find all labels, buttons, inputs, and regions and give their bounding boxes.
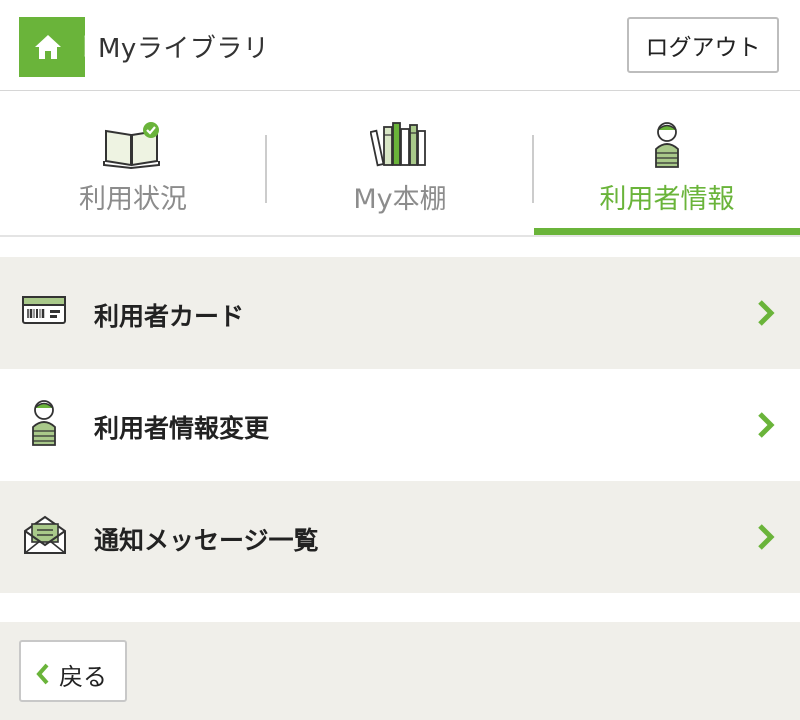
user-person-icon bbox=[32, 400, 56, 446]
chevron-right-icon bbox=[758, 412, 775, 438]
tab-usage-status[interactable]: 利用状況 bbox=[0, 91, 266, 231]
menu-item-label: 利用者情報変更 bbox=[94, 414, 270, 443]
tab-label: 利用者情報 bbox=[599, 184, 735, 215]
menu-item-user-card[interactable]: 利用者カード bbox=[0, 257, 800, 369]
tab-label: 利用状況 bbox=[79, 184, 187, 215]
envelope-message-icon bbox=[24, 515, 66, 554]
bookshelf-icon bbox=[370, 122, 426, 167]
home-button[interactable]: ト bbox=[19, 17, 85, 77]
menu-item-label: 通知メッセージ一覧 bbox=[94, 526, 319, 555]
footer-bar: 戻る bbox=[0, 622, 800, 720]
tab-user-info[interactable]: 利用者情報 bbox=[534, 91, 800, 235]
chevron-right-icon bbox=[758, 524, 775, 550]
back-button[interactable]: 戻る bbox=[19, 640, 127, 702]
menu-item-label: 利用者カード bbox=[94, 302, 245, 331]
home-icon bbox=[35, 35, 61, 59]
tab-label: My本棚 bbox=[353, 184, 447, 215]
menu-item-user-info-change[interactable]: 利用者情報変更 bbox=[0, 369, 800, 481]
header-bar: ト Myライブラリ ログアウト bbox=[0, 0, 800, 91]
tab-bar: 利用状況 My本棚 利用者情報 bbox=[0, 91, 800, 237]
logout-button[interactable]: ログアウト bbox=[627, 17, 779, 73]
chevron-left-icon bbox=[36, 663, 49, 685]
user-person-icon bbox=[655, 122, 679, 168]
open-book-check-icon bbox=[103, 122, 160, 169]
tab-my-bookshelf[interactable]: My本棚 bbox=[267, 91, 533, 231]
menu-item-notification-list[interactable]: 通知メッセージ一覧 bbox=[0, 481, 800, 593]
active-tab-indicator bbox=[534, 228, 800, 235]
home-button-label: ト bbox=[76, 35, 85, 61]
chevron-right-icon bbox=[758, 300, 775, 326]
back-button-label: 戻る bbox=[59, 663, 107, 691]
page-title: Myライブラリ bbox=[98, 34, 270, 64]
barcode-card-icon bbox=[22, 296, 66, 324]
